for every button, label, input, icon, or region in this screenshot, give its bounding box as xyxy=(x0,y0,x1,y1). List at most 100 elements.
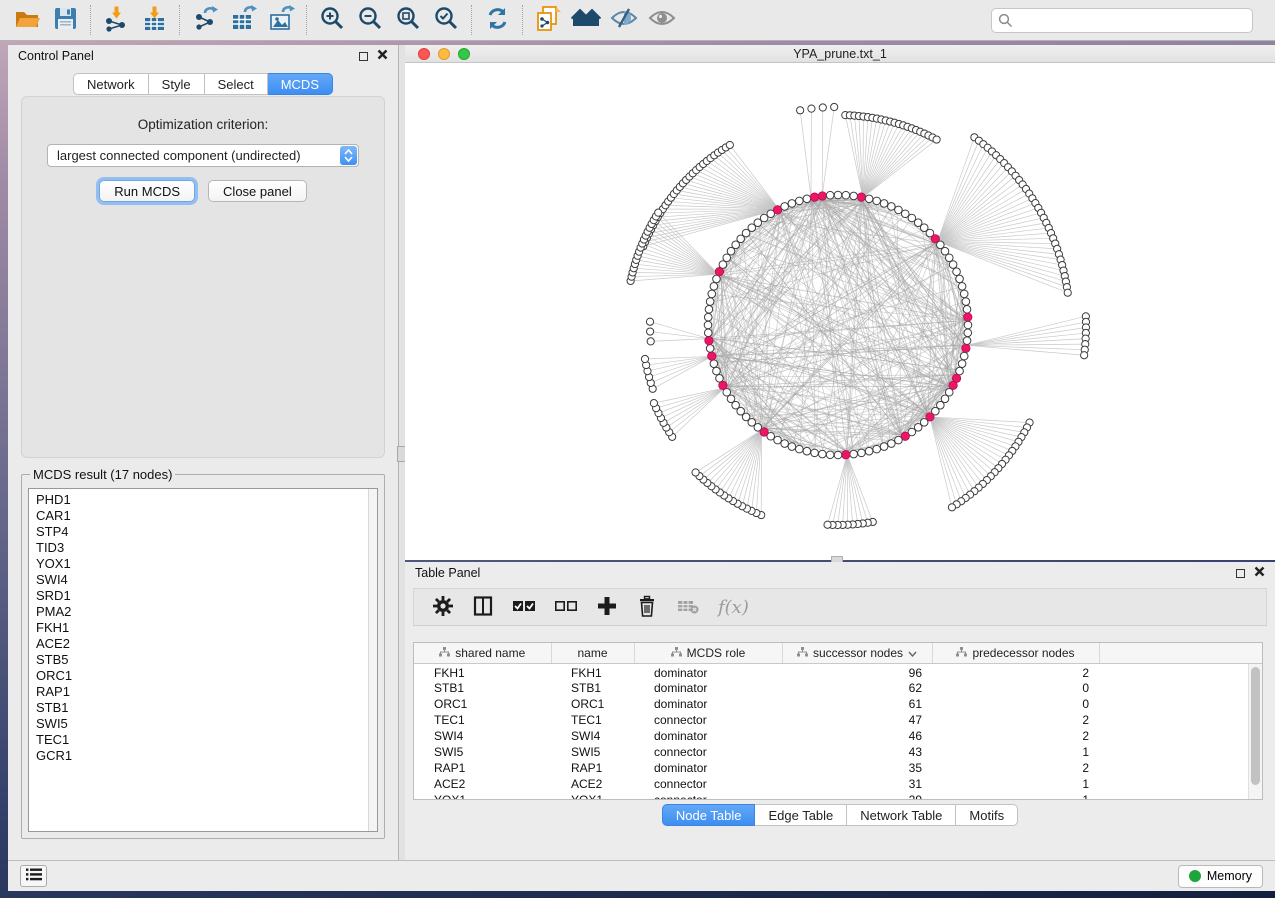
table-row[interactable]: SWI4SWI4dominator462 xyxy=(414,728,1262,744)
table-cell[interactable]: 2 xyxy=(932,712,1099,728)
export-network-button[interactable] xyxy=(186,3,224,37)
network-node[interactable] xyxy=(705,306,713,314)
mcds-result-item[interactable]: RAP1 xyxy=(36,684,377,700)
network-node[interactable] xyxy=(781,440,789,448)
result-scrollbar[interactable] xyxy=(368,489,377,831)
network-node[interactable] xyxy=(797,107,804,114)
table-cell[interactable]: RAP1 xyxy=(414,760,551,776)
network-node[interactable] xyxy=(956,367,964,375)
task-history-button[interactable] xyxy=(20,865,47,887)
table-cell[interactable]: 1 xyxy=(932,792,1099,801)
table-cell[interactable]: 1 xyxy=(932,776,1099,792)
network-node[interactable] xyxy=(945,254,953,262)
network-node[interactable] xyxy=(796,445,804,453)
hide-panels-button[interactable] xyxy=(605,3,643,37)
network-node[interactable] xyxy=(831,103,838,110)
network-node[interactable] xyxy=(647,328,654,335)
network-node[interactable] xyxy=(708,352,716,360)
table-cell[interactable]: ORC1 xyxy=(551,696,634,712)
network-node[interactable] xyxy=(873,197,881,205)
table-cell[interactable]: ACE2 xyxy=(414,776,551,792)
mcds-result-item[interactable]: GCR1 xyxy=(36,748,377,764)
table-cell[interactable]: 2 xyxy=(932,728,1099,744)
deselect-all-button[interactable] xyxy=(554,595,578,620)
network-overview-button[interactable] xyxy=(567,3,605,37)
network-node[interactable] xyxy=(933,136,940,143)
mcds-result-item[interactable]: SWI5 xyxy=(36,716,377,732)
table-cell[interactable]: dominator xyxy=(634,663,782,680)
network-node[interactable] xyxy=(865,447,873,455)
function-builder-button[interactable]: f(x) xyxy=(718,597,749,618)
network-node[interactable] xyxy=(704,329,712,337)
network-node[interactable] xyxy=(842,191,850,199)
mcds-result-item[interactable]: FKH1 xyxy=(36,620,377,636)
network-node[interactable] xyxy=(811,449,819,457)
table-row[interactable]: SWI5SWI5connector431 xyxy=(414,744,1262,760)
close-panel-icon[interactable] xyxy=(1254,566,1265,580)
tab-network-table[interactable]: Network Table xyxy=(847,804,956,826)
network-node[interactable] xyxy=(962,344,970,352)
network-node[interactable] xyxy=(774,436,782,444)
tab-network[interactable]: Network xyxy=(73,73,149,95)
network-node[interactable] xyxy=(719,261,727,269)
network-node[interactable] xyxy=(962,298,970,306)
network-node[interactable] xyxy=(713,275,721,283)
network-node[interactable] xyxy=(953,268,961,276)
network-node[interactable] xyxy=(850,192,858,200)
zoom-selected-button[interactable] xyxy=(427,3,465,37)
network-node[interactable] xyxy=(705,336,713,344)
network-node[interactable] xyxy=(692,469,699,476)
network-node[interactable] xyxy=(880,443,888,451)
float-panel-icon[interactable] xyxy=(1236,569,1245,578)
import-network-button[interactable] xyxy=(97,3,135,37)
mcds-result-item[interactable]: STP4 xyxy=(36,524,377,540)
mcds-result-item[interactable]: ORC1 xyxy=(36,668,377,684)
show-columns-button[interactable] xyxy=(472,595,494,620)
table-scrollbar-thumb[interactable] xyxy=(1251,667,1260,785)
network-node[interactable] xyxy=(858,449,866,457)
table-scrollbar[interactable] xyxy=(1248,664,1262,799)
show-panels-button[interactable] xyxy=(643,3,681,37)
network-node[interactable] xyxy=(710,360,718,368)
float-panel-icon[interactable] xyxy=(359,52,368,61)
tab-style[interactable]: Style xyxy=(149,73,205,95)
network-node[interactable] xyxy=(708,290,716,298)
table-settings-button[interactable] xyxy=(432,595,454,620)
table-cell[interactable]: 61 xyxy=(782,696,932,712)
table-cell[interactable]: dominator xyxy=(634,760,782,776)
table-row[interactable]: ORC1ORC1dominator610 xyxy=(414,696,1262,712)
table-cell[interactable]: 2 xyxy=(932,760,1099,776)
table-cell[interactable]: connector xyxy=(634,712,782,728)
table-cell[interactable]: RAP1 xyxy=(551,760,634,776)
table-cell[interactable]: FKH1 xyxy=(551,663,634,680)
delete-table-button[interactable] xyxy=(676,595,700,620)
select-all-button[interactable] xyxy=(512,595,536,620)
network-node[interactable] xyxy=(704,321,712,329)
network-node[interactable] xyxy=(824,521,831,528)
search-input[interactable] xyxy=(991,8,1253,33)
table-row[interactable]: STB1STB1dominator620 xyxy=(414,680,1262,696)
mcds-result-item[interactable]: ACE2 xyxy=(36,636,377,652)
table-cell[interactable]: 29 xyxy=(782,792,932,801)
network-node[interactable] xyxy=(796,197,804,205)
table-cell[interactable]: 2 xyxy=(932,663,1099,680)
tab-edge-table[interactable]: Edge Table xyxy=(755,804,847,826)
table-cell[interactable]: STB1 xyxy=(551,680,634,696)
network-node[interactable] xyxy=(710,283,718,291)
run-mcds-button[interactable]: Run MCDS xyxy=(99,180,195,202)
mcds-result-item[interactable]: YOX1 xyxy=(36,556,377,572)
network-node[interactable] xyxy=(781,203,789,211)
network-node[interactable] xyxy=(842,451,850,459)
network-node[interactable] xyxy=(803,447,811,455)
table-cell[interactable]: 43 xyxy=(782,744,932,760)
duplicate-network-button[interactable] xyxy=(529,3,567,37)
table-cell[interactable]: SWI4 xyxy=(551,728,634,744)
network-node[interactable] xyxy=(948,504,955,511)
network-node[interactable] xyxy=(964,313,972,321)
network-node[interactable] xyxy=(716,375,724,383)
network-node[interactable] xyxy=(650,400,657,407)
mcds-result-item[interactable]: STB1 xyxy=(36,700,377,716)
network-node[interactable] xyxy=(1081,352,1088,359)
table-cell[interactable]: SWI5 xyxy=(551,744,634,760)
table-cell[interactable]: TEC1 xyxy=(414,712,551,728)
